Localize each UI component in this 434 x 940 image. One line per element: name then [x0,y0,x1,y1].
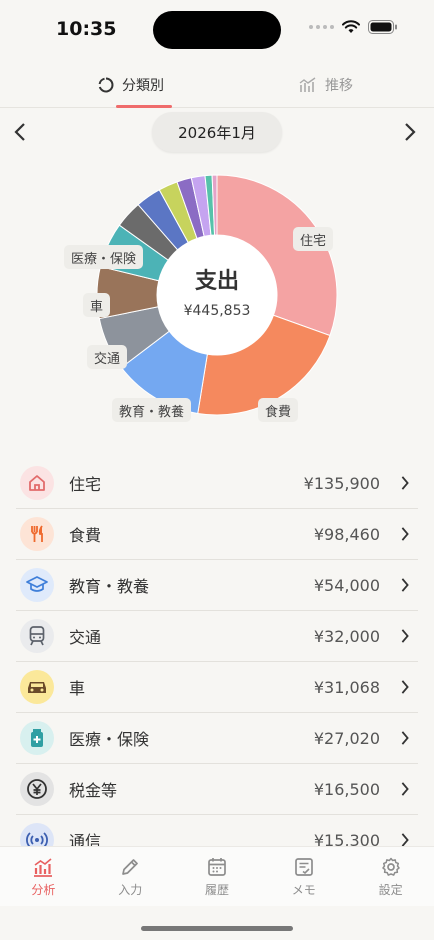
train-icon [20,619,54,653]
chevron-right-icon [401,680,409,694]
chevron-right-icon [405,123,416,141]
tab-label: 推移 [325,78,353,94]
category-row-car[interactable]: 車 ¥31,068 [16,662,418,713]
category-row-housing[interactable]: 住宅 ¥135,900 [16,458,418,509]
nav-label: 分析 [31,883,56,897]
next-month-button[interactable] [396,118,424,146]
nav-analytics[interactable]: 分析 [0,847,87,906]
trend-chart-icon [299,77,316,92]
home-indicator [141,926,293,931]
status-bar: 10:35 [0,0,434,60]
analytics-icon [34,858,53,877]
category-row-tax[interactable]: 税金等 ¥16,500 [16,764,418,815]
chevron-right-icon [401,782,409,796]
chart-label-transport: 交通 [87,345,128,369]
category-amount: ¥27,020 [313,728,380,748]
bottom-navigation: 分析 入力 履歴 メモ 設定 [0,846,434,906]
pencil-icon [122,859,139,875]
chart-label-education: 教育・教養 [112,398,192,422]
tab-label: 分類別 [122,78,164,94]
category-row-education[interactable]: 教育・教養 ¥54,000 [16,560,418,611]
category-label: 交通 [69,628,102,647]
category-amount: ¥98,460 [313,524,380,544]
active-tab-indicator [116,105,172,108]
chart-center-total: ¥445,853 [183,303,251,319]
month-navigation: 2026年1月 [0,112,434,152]
house-icon [20,466,54,500]
category-row-food[interactable]: 食費 ¥98,460 [16,509,418,560]
chevron-right-icon [401,833,409,847]
car-icon [20,670,54,704]
donut-icon [98,77,114,93]
tab-by-category[interactable]: 分類別 [46,62,216,108]
nav-label: 入力 [118,883,143,897]
category-amount: ¥32,000 [313,626,380,646]
nav-label: 設定 [378,883,403,897]
nav-settings[interactable]: 設定 [347,847,434,906]
category-label: 車 [69,679,86,698]
chevron-right-icon [401,731,409,745]
chart-label-car: 車 [83,293,111,317]
gear-icon [381,857,400,876]
nav-label: メモ [291,883,316,897]
chevron-right-icon [401,578,409,592]
nav-memo[interactable]: メモ [260,847,347,906]
medicine-icon [20,721,54,755]
chart-center-title: 支出 [194,269,239,294]
category-label: 医療・保険 [69,730,150,749]
view-tabs: 分類別 推移 [0,62,434,108]
category-label: 住宅 [69,475,102,494]
chart-label-medical: 医療・保険 [64,245,144,269]
chevron-right-icon [401,527,409,541]
fork-knife-icon [20,517,54,551]
nav-history[interactable]: 履歴 [174,847,261,906]
status-icons [309,20,398,34]
chevron-right-icon [401,629,409,643]
chevron-left-icon [14,123,25,141]
nav-label: 履歴 [204,883,229,897]
battery-icon [368,20,397,34]
dynamic-island [153,11,281,49]
chart-center-summary: 支出 ¥445,853 [157,263,277,319]
category-label: 食費 [69,526,102,545]
yen-coin-icon [20,772,54,806]
status-time: 10:35 [56,18,117,40]
category-row-transport[interactable]: 交通 ¥32,000 [16,611,418,662]
calendar-icon [208,858,226,876]
memo-icon [294,858,313,876]
category-list: 住宅 ¥135,900 食費 ¥98,460 教育・教養 ¥54,000 交通 … [16,458,418,866]
cellular-signal-icon [309,25,334,29]
chevron-right-icon [401,476,409,490]
month-selector[interactable]: 2026年1月 [152,112,282,152]
tab-trend[interactable]: 推移 [218,62,434,108]
chart-label-food: 食費 [258,398,299,422]
category-amount: ¥135,900 [303,473,380,493]
chart-label-housing: 住宅 [293,227,334,251]
category-amount: ¥16,500 [313,779,380,799]
previous-month-button[interactable] [6,118,34,146]
nav-input[interactable]: 入力 [87,847,174,906]
category-row-medical[interactable]: 医療・保険 ¥27,020 [16,713,418,764]
category-label: 教育・教養 [69,577,150,596]
category-amount: ¥31,068 [313,677,380,697]
wifi-icon [342,20,360,33]
category-label: 税金等 [69,781,118,800]
category-amount: ¥54,000 [313,575,380,595]
graduation-cap-icon [20,568,54,602]
